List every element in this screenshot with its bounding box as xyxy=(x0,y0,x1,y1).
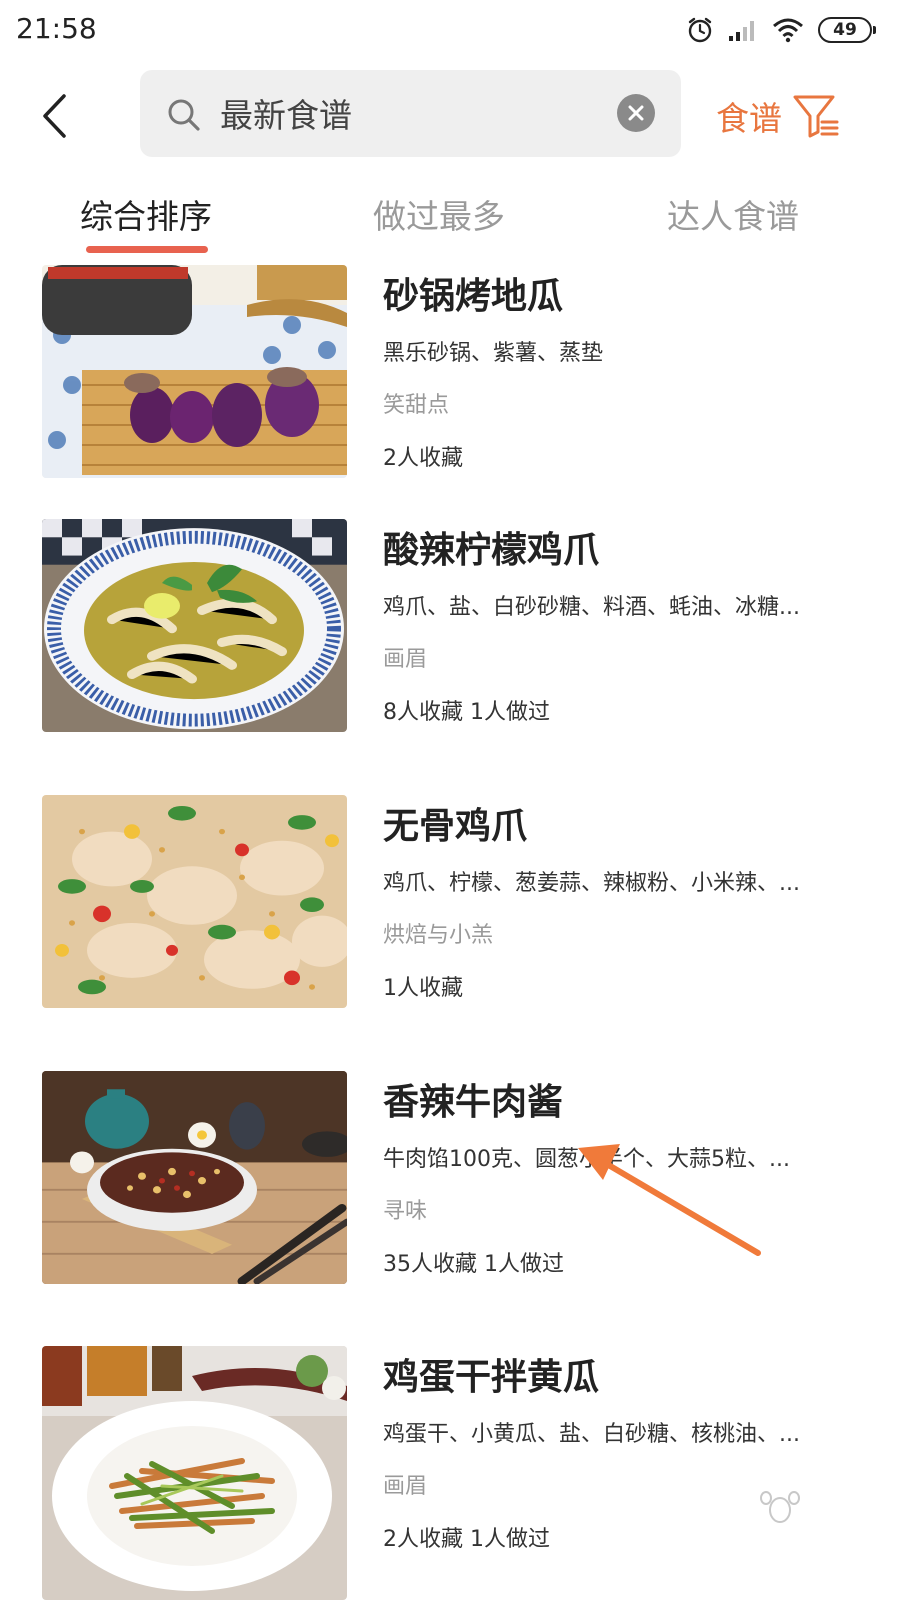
search-input[interactable] xyxy=(220,86,600,140)
status-icons: 49 xyxy=(686,12,876,48)
status-time: 21:58 xyxy=(16,12,97,45)
recipe-author[interactable]: 笑甜点 xyxy=(383,387,449,419)
recipe-stats: 8人收藏 1人做过 xyxy=(383,700,550,725)
recipe-title[interactable]: 无骨鸡爪 xyxy=(383,797,527,849)
recipe-title[interactable]: 香辣牛肉酱 xyxy=(383,1073,563,1125)
active-tab-indicator xyxy=(86,246,208,253)
recipe-thumbnail xyxy=(42,795,347,1008)
tab-comprehensive[interactable]: 综合排序 xyxy=(80,190,212,238)
recipe-item[interactable]: 砂锅烤地瓜 黑乐砂锅、紫薯、蒸垫 笑甜点 2人收藏 xyxy=(0,265,900,541)
recipe-item[interactable]: 香辣牛肉酱 牛肉馅100克、圆葱小半个、大蒜5粒、... 寻味 35人收藏 1人… xyxy=(0,1071,900,1347)
search-icon xyxy=(166,97,202,137)
screen: 21:58 49 食谱 xyxy=(0,0,900,1600)
wifi-icon xyxy=(772,17,804,43)
recipe-item[interactable]: 酸辣柠檬鸡爪 鸡爪、盐、白砂砂糖、料酒、蚝油、冰糖... 画眉 8人收藏 1人做… xyxy=(0,519,900,795)
recipe-ingredients: 鸡爪、柠檬、葱姜蒜、辣椒粉、小米辣、... xyxy=(383,871,800,896)
recipe-author[interactable]: 画眉 xyxy=(383,641,427,673)
recipe-stats: 35人收藏 1人做过 xyxy=(383,1252,564,1277)
recipe-thumbnail xyxy=(42,1346,347,1600)
recipe-ingredients: 鸡爪、盐、白砂砂糖、料酒、蚝油、冰糖... xyxy=(383,595,800,620)
recipe-title[interactable]: 酸辣柠檬鸡爪 xyxy=(383,521,599,573)
recipe-title[interactable]: 砂锅烤地瓜 xyxy=(383,267,563,319)
recipe-title[interactable]: 鸡蛋干拌黄瓜 xyxy=(383,1348,599,1400)
recipe-item[interactable]: 无骨鸡爪 鸡爪、柠檬、葱姜蒜、辣椒粉、小米辣、... 烘焙与小羔 1人收藏 xyxy=(0,795,900,1071)
search-box[interactable] xyxy=(140,70,681,157)
signal-icon xyxy=(728,18,758,42)
recipe-stats: 1人收藏 xyxy=(383,976,463,1001)
recipe-item[interactable]: 鸡蛋干拌黄瓜 鸡蛋干、小黄瓜、盐、白砂糖、核桃油、... 画眉 2人收藏 1人做… xyxy=(0,1346,900,1600)
recipe-thumbnail xyxy=(42,1071,347,1284)
recipe-stats: 2人收藏 1人做过 xyxy=(383,1527,550,1552)
recipe-thumbnail xyxy=(42,519,347,732)
recipe-ingredients: 鸡蛋干、小黄瓜、盐、白砂糖、核桃油、... xyxy=(383,1422,800,1447)
recipe-author[interactable]: 烘焙与小羔 xyxy=(383,917,493,949)
alarm-icon xyxy=(686,16,714,44)
recipe-author[interactable]: 画眉 xyxy=(383,1468,427,1500)
tab-expert-recipes[interactable]: 达人食谱 xyxy=(667,190,799,238)
back-arrow-icon xyxy=(43,94,66,138)
recipe-thumbnail xyxy=(42,265,347,478)
recipe-ingredients: 黑乐砂锅、紫薯、蒸垫 xyxy=(383,341,604,366)
tab-most-made[interactable]: 做过最多 xyxy=(373,190,505,238)
recipe-author[interactable]: 寻味 xyxy=(383,1193,427,1225)
status-bar: 21:58 49 xyxy=(0,0,900,60)
back-button[interactable] xyxy=(30,88,80,144)
recipe-stats: 2人收藏 xyxy=(383,446,463,471)
filter-icon xyxy=(793,95,839,138)
battery-icon: 49 xyxy=(818,17,876,43)
clear-icon xyxy=(628,105,644,121)
filter-label: 食谱 xyxy=(716,99,782,138)
recipe-filter-button[interactable]: 食谱 xyxy=(716,88,840,144)
clear-search-button[interactable] xyxy=(617,94,655,132)
recipe-ingredients: 牛肉馅100克、圆葱小半个、大蒜5粒、... xyxy=(383,1147,790,1172)
